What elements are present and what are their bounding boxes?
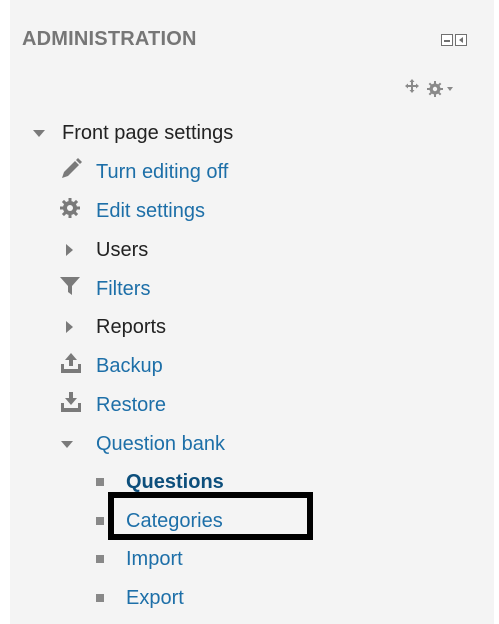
front-page-settings-label: Front page settings xyxy=(62,122,234,144)
export-link[interactable]: Export xyxy=(126,585,184,611)
filters-link[interactable]: Filters xyxy=(96,276,150,302)
collapsed-arrow-icon xyxy=(66,321,73,333)
tree-item-backup[interactable]: Backup xyxy=(59,352,163,381)
question-bank-link[interactable]: Question bank xyxy=(96,431,225,457)
tree-item-reports[interactable]: Reports xyxy=(66,314,166,340)
cog-icon xyxy=(59,197,87,226)
move-icon[interactable] xyxy=(404,78,420,99)
reports-label: Reports xyxy=(96,316,167,338)
expanded-arrow-icon xyxy=(33,129,45,137)
tree-item-front-page-settings[interactable]: Front page settings xyxy=(33,120,233,146)
tree-item-filters[interactable]: Filters xyxy=(59,276,150,302)
highlight-box xyxy=(108,492,313,540)
bullet-icon xyxy=(96,517,104,525)
bullet-icon xyxy=(96,594,104,602)
filter-icon xyxy=(59,275,87,304)
minimize-icon[interactable] xyxy=(441,34,453,46)
tree-item-turn-editing-off[interactable]: Turn editing off xyxy=(59,157,228,188)
block-controls xyxy=(441,34,467,46)
import-link[interactable]: Import xyxy=(126,546,183,572)
tree-item-restore[interactable]: Restore xyxy=(59,391,166,420)
gear-menu-icon[interactable] xyxy=(426,80,453,98)
restore-link[interactable]: Restore xyxy=(96,392,166,418)
collapsed-arrow-icon xyxy=(66,244,73,256)
block-title: ADMINISTRATION xyxy=(22,28,197,50)
tree-item-edit-settings[interactable]: Edit settings xyxy=(59,197,205,226)
tree-item-question-bank[interactable]: Question bank xyxy=(61,431,225,457)
bullet-icon xyxy=(96,478,104,486)
block-actions xyxy=(404,78,453,99)
upload-icon xyxy=(59,352,87,381)
download-icon xyxy=(59,391,87,420)
pencil-icon xyxy=(59,157,87,188)
expanded-arrow-icon xyxy=(61,440,73,448)
tree-item-export[interactable]: Export xyxy=(96,585,184,611)
turn-editing-off-link[interactable]: Turn editing off xyxy=(96,159,228,185)
tree-item-users[interactable]: Users xyxy=(66,237,148,263)
tree-item-import[interactable]: Import xyxy=(96,546,183,572)
bullet-icon xyxy=(96,555,104,563)
users-label: Users xyxy=(96,239,149,261)
backup-link[interactable]: Backup xyxy=(96,353,163,379)
caret-down-icon xyxy=(447,86,453,91)
collapse-left-icon[interactable] xyxy=(455,34,467,46)
edit-settings-link[interactable]: Edit settings xyxy=(96,198,205,224)
